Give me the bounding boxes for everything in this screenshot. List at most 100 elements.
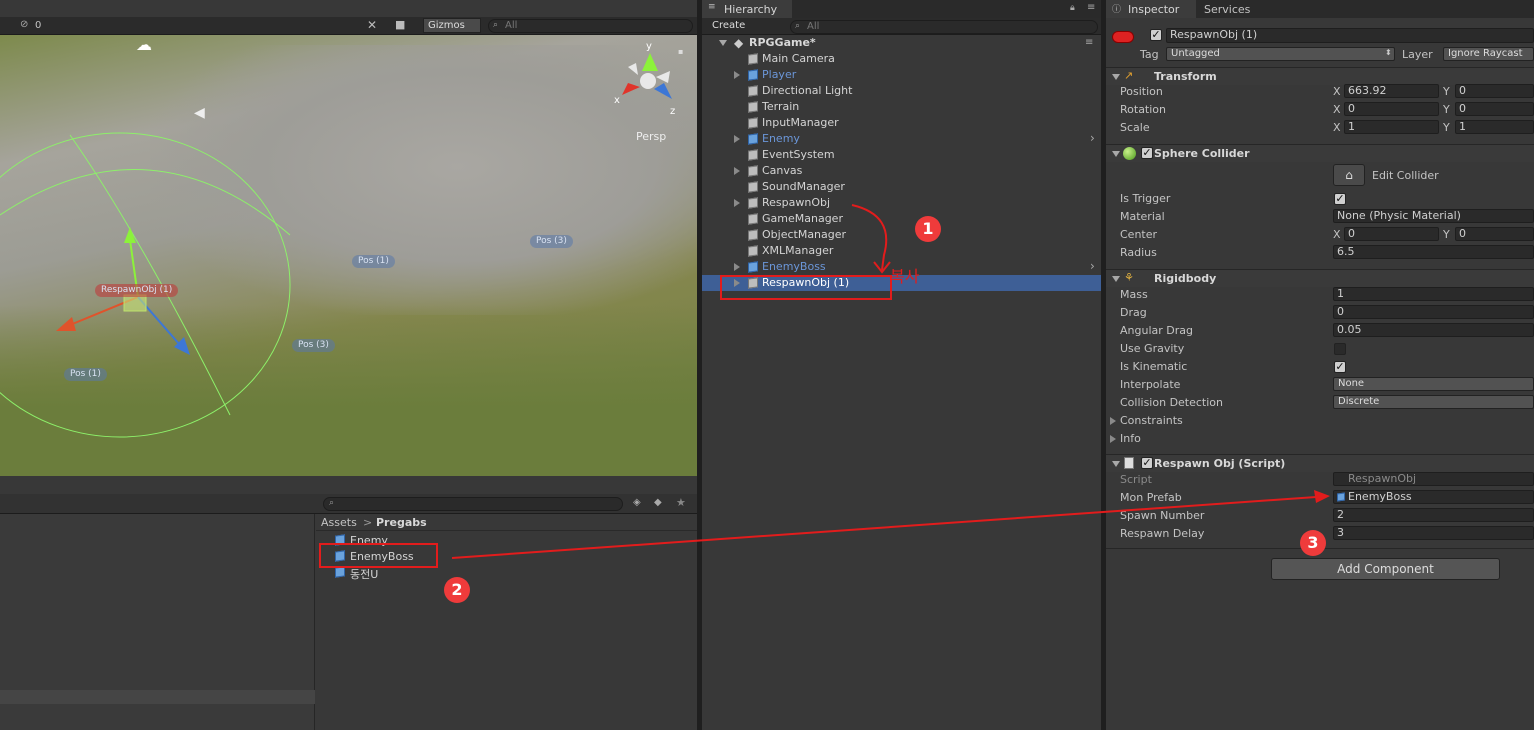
inspector-tab-label: Inspector xyxy=(1128,3,1180,16)
scene-search[interactable]: ⌕ All xyxy=(488,19,693,33)
angular-drag-field[interactable]: 0.05 xyxy=(1333,323,1534,337)
expand-arrow[interactable] xyxy=(734,135,740,143)
expand-arrow[interactable] xyxy=(734,263,740,271)
project-breadcrumb: Assets > Pregabs xyxy=(316,514,697,531)
edit-collider-button[interactable]: ⌂ xyxy=(1333,164,1365,186)
collapse-arrow[interactable] xyxy=(1112,74,1120,80)
scene-name[interactable]: RPGGame* xyxy=(749,36,816,49)
expand-arrow[interactable] xyxy=(734,71,740,79)
sphere-collider-enabled-checkbox[interactable]: ✓ xyxy=(1141,147,1153,159)
transform-header[interactable]: ↗ Transform xyxy=(1106,67,1534,85)
filter-type-icon[interactable]: ◈ xyxy=(633,497,641,508)
constraints-fold-arrow[interactable] xyxy=(1110,417,1116,425)
panel-menu-icon[interactable]: ≡ xyxy=(1087,2,1095,13)
drag-field[interactable]: 0 xyxy=(1333,305,1534,319)
position-x-field[interactable]: 663.92 xyxy=(1344,84,1439,98)
breadcrumb-assets[interactable]: Assets xyxy=(321,516,357,529)
tag-dropdown[interactable]: Untagged xyxy=(1166,47,1395,61)
filter-label-icon[interactable]: ◆ xyxy=(654,497,662,508)
material-field[interactable]: None (Physic Material) xyxy=(1333,209,1534,223)
hierarchy-item-main-camera[interactable]: Main Camera xyxy=(762,52,835,65)
collapse-arrow[interactable] xyxy=(1112,461,1120,467)
chevron-right-icon[interactable]: › xyxy=(1090,259,1095,273)
lock-icon[interactable]: 🔒︎ xyxy=(1070,3,1075,13)
scale-x-field[interactable]: 1 xyxy=(1344,120,1439,134)
scene-menu-icon[interactable]: ≡ xyxy=(1085,37,1093,48)
layer-dropdown[interactable]: Ignore Raycast xyxy=(1443,47,1534,61)
project-folder-tree[interactable] xyxy=(0,514,315,730)
script-header[interactable]: ✓ Respawn Obj (Script) xyxy=(1106,454,1534,472)
hierarchy-item-gamemanager[interactable]: GameManager xyxy=(762,212,843,225)
hierarchy-item-player[interactable]: Player xyxy=(762,68,796,81)
drag-label: Drag xyxy=(1120,306,1147,319)
gizmos-dropdown[interactable]: Gizmos xyxy=(423,18,481,33)
tab-inspector[interactable]: ⓘ Inspector xyxy=(1106,0,1196,18)
lock-icon[interactable]: ▪ xyxy=(678,47,683,56)
use-gravity-label: Use Gravity xyxy=(1120,342,1185,355)
eye-hidden-icon[interactable]: ⊘ xyxy=(20,19,28,30)
info-label[interactable]: Info xyxy=(1120,432,1141,445)
sphere-collider-header[interactable]: ✓ Sphere Collider xyxy=(1106,144,1534,162)
center-y-field[interactable]: 0 xyxy=(1455,227,1534,241)
mass-field[interactable]: 1 xyxy=(1333,287,1534,301)
tab-hierarchy[interactable]: ≡ Hierarchy xyxy=(702,0,792,18)
info-fold-arrow[interactable] xyxy=(1110,435,1116,443)
hierarchy-item-eventsystem[interactable]: EventSystem xyxy=(762,148,835,161)
use-gravity-checkbox[interactable] xyxy=(1334,343,1346,355)
radius-field[interactable]: 6.5 xyxy=(1333,245,1534,259)
hierarchy-item-soundmanager[interactable]: SoundManager xyxy=(762,180,845,193)
persp-label[interactable]: Persp xyxy=(636,130,666,143)
hierarchy-item-enemyboss[interactable]: EnemyBoss xyxy=(762,260,826,273)
layer-label: Layer xyxy=(1402,48,1433,61)
expand-arrow[interactable] xyxy=(734,199,740,207)
tools-icon[interactable]: ✕ xyxy=(367,18,377,32)
hierarchy-item-respawnobj[interactable]: RespawnObj xyxy=(762,196,830,209)
y-axis-label: Y xyxy=(1443,121,1450,134)
rotation-y-field[interactable]: 0 xyxy=(1455,102,1534,116)
spawn-number-field[interactable]: 2 xyxy=(1333,508,1534,522)
gameobject-icon xyxy=(748,149,758,161)
gameobject-icon xyxy=(748,165,758,177)
is-kinematic-checkbox[interactable]: ✓ xyxy=(1334,361,1346,373)
script-enabled-checkbox[interactable]: ✓ xyxy=(1141,457,1153,469)
add-component-button[interactable]: Add Component xyxy=(1271,558,1500,580)
interpolate-dropdown[interactable]: None xyxy=(1333,377,1534,391)
mon-prefab-field[interactable]: EnemyBoss xyxy=(1333,490,1534,504)
breadcrumb-pregabs[interactable]: Pregabs xyxy=(376,516,427,529)
active-checkbox[interactable]: ✓ xyxy=(1150,29,1162,41)
constraints-label[interactable]: Constraints xyxy=(1120,414,1183,427)
collapse-arrow[interactable] xyxy=(1112,276,1120,282)
project-search[interactable]: ⌕ xyxy=(323,497,623,511)
script-label: Script xyxy=(1120,473,1152,486)
hierarchy-item-canvas[interactable]: Canvas xyxy=(762,164,802,177)
scale-y-field[interactable]: 1 xyxy=(1455,120,1534,134)
collision-detection-dropdown[interactable]: Discrete xyxy=(1333,395,1534,409)
scene-expand-arrow[interactable] xyxy=(719,40,727,46)
hierarchy-item-objectmanager[interactable]: ObjectManager xyxy=(762,228,846,241)
hierarchy-search[interactable]: ⌕ All xyxy=(790,20,1098,34)
object-name-field[interactable]: RespawnObj (1) xyxy=(1166,28,1534,43)
spawn-number-label: Spawn Number xyxy=(1120,509,1205,522)
hierarchy-item-directional-light[interactable]: Directional Light xyxy=(762,84,852,97)
center-x-field[interactable]: 0 xyxy=(1344,227,1439,241)
chevron-right-icon[interactable]: › xyxy=(1090,131,1095,145)
collapse-arrow[interactable] xyxy=(1112,151,1120,157)
hierarchy-item-enemy[interactable]: Enemy xyxy=(762,132,800,145)
rotation-x-field[interactable]: 0 xyxy=(1344,102,1439,116)
asset-coin[interactable]: 동전U xyxy=(350,566,378,582)
respawn-delay-field[interactable]: 3 xyxy=(1333,526,1534,540)
tab-services[interactable]: Services xyxy=(1204,3,1250,16)
position-y-field[interactable]: 0 xyxy=(1455,84,1534,98)
rigidbody-title: Rigidbody xyxy=(1154,272,1217,285)
is-trigger-checkbox[interactable]: ✓ xyxy=(1334,193,1346,205)
folder-scrollbar[interactable] xyxy=(0,690,315,704)
rigidbody-header[interactable]: ⚘ Rigidbody xyxy=(1106,269,1534,287)
favorite-star-icon[interactable]: ★ xyxy=(676,496,686,509)
scene-viewport[interactable]: ☁ ◀ RespawnObj (1) Pos (1) Pos (1) Pos (… xyxy=(0,35,697,476)
expand-arrow[interactable] xyxy=(734,167,740,175)
hierarchy-item-inputmanager[interactable]: InputManager xyxy=(762,116,839,129)
hierarchy-item-xmlmanager[interactable]: XMLManager xyxy=(762,244,833,257)
hierarchy-item-terrain[interactable]: Terrain xyxy=(762,100,799,113)
create-dropdown[interactable]: Create xyxy=(706,20,784,34)
camera-icon[interactable]: ■ xyxy=(395,18,405,31)
